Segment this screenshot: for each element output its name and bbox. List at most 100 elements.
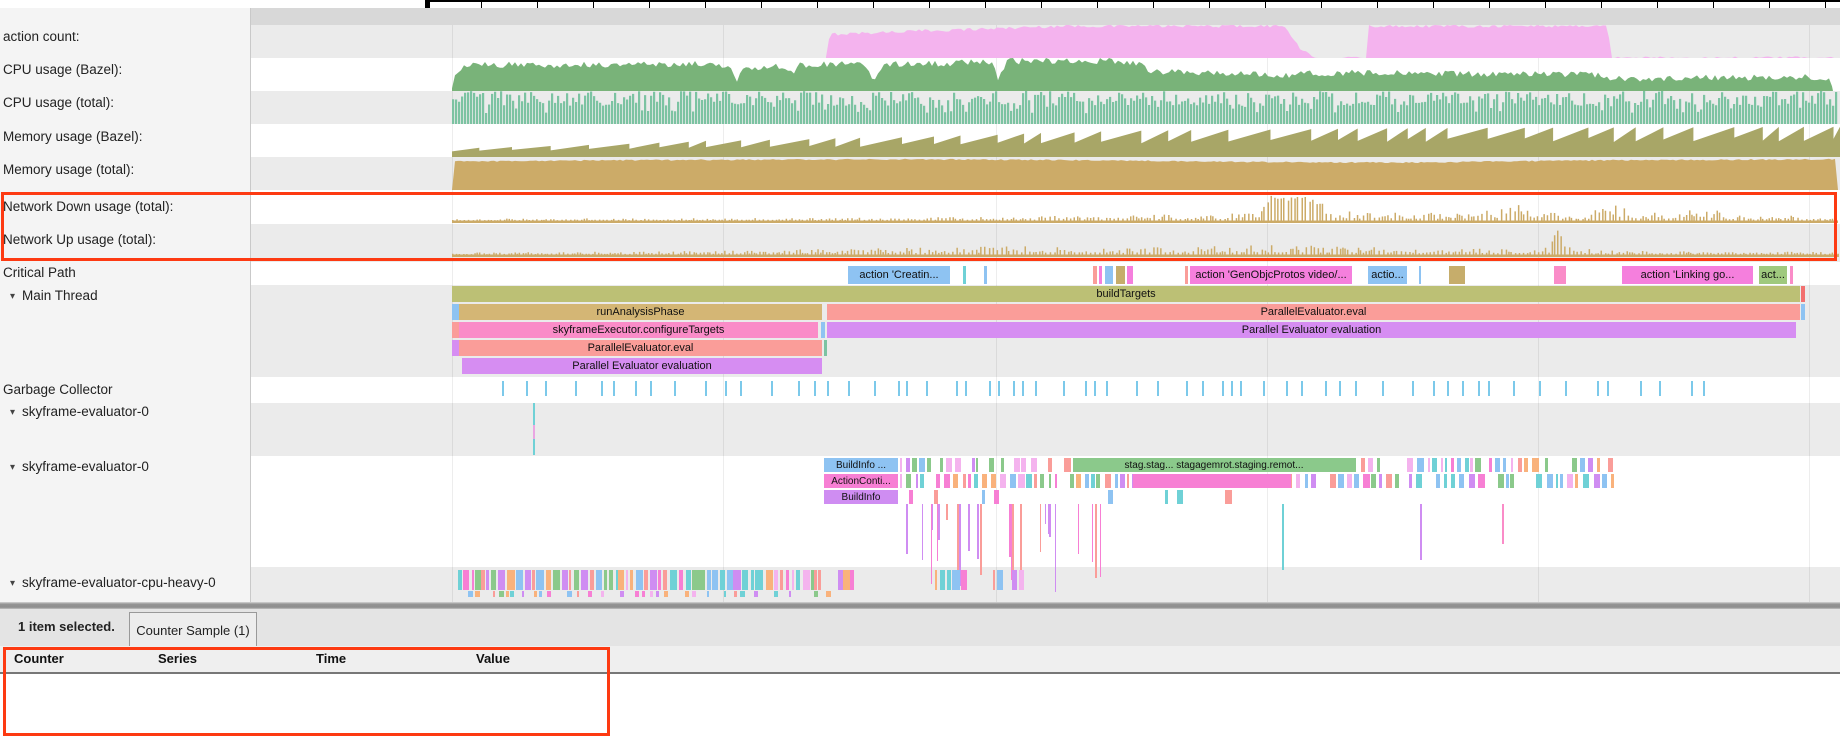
skyframe2-tick[interactable]	[1354, 474, 1359, 488]
skyframe2-tick[interactable]	[1489, 458, 1492, 472]
critical-path-slice[interactable]: action 'Creatin...	[848, 266, 950, 284]
gc-tick[interactable]	[1382, 381, 1384, 396]
cpu-heavy-tick[interactable]	[532, 570, 535, 590]
skyframe2-tick[interactable]	[1611, 474, 1614, 488]
gc-tick[interactable]	[898, 381, 900, 396]
cpu-heavy-tick[interactable]	[707, 570, 711, 590]
sidebar-item-critical-path[interactable]: Critical Path	[3, 265, 76, 281]
gc-tick[interactable]	[1263, 381, 1265, 396]
gc-tick[interactable]	[771, 381, 773, 396]
skyframe2-tick[interactable]	[919, 458, 925, 472]
skyframe2-tick[interactable]	[955, 458, 960, 472]
gc-tick[interactable]	[1301, 381, 1303, 396]
skyframe2-tick[interactable]	[1560, 474, 1563, 488]
skyframe2-tick[interactable]	[1305, 474, 1308, 488]
main-thread-slice[interactable]: buildTargets	[452, 286, 1800, 302]
skyframe2-tick[interactable]	[1021, 458, 1026, 472]
skyframe2-tick[interactable]	[906, 474, 911, 488]
skyframe2-tick[interactable]	[909, 490, 913, 504]
gc-tick[interactable]	[1691, 381, 1693, 396]
skyframe2-tick[interactable]	[916, 474, 918, 488]
skyframe2-tick[interactable]	[1441, 458, 1443, 472]
skyframe2-tick[interactable]	[1428, 458, 1431, 472]
main-thread-slice[interactable]	[452, 340, 459, 356]
skyframe2-tick[interactable]	[1115, 474, 1117, 488]
cpu-heavy-tick[interactable]	[935, 570, 937, 590]
skyframe2-tick[interactable]	[989, 458, 994, 472]
chart-memory-usage-total-[interactable]	[0, 157, 1840, 190]
cpu-heavy-tick[interactable]	[486, 570, 489, 590]
skyframe2-tick[interactable]	[1567, 474, 1573, 488]
skyframe2-tick[interactable]	[1177, 490, 1183, 504]
skyframe2-tick[interactable]	[1436, 474, 1440, 488]
critical-path-slice[interactable]	[1116, 266, 1125, 284]
skyframe2-tick[interactable]	[1602, 474, 1607, 488]
sidebar-item-memory-usage-total[interactable]: Memory usage (total):	[3, 162, 134, 178]
skyframe2-tick[interactable]	[1014, 458, 1020, 472]
gc-tick[interactable]	[1286, 381, 1288, 396]
skyframe2-tick[interactable]	[976, 458, 978, 472]
cpu-heavy-tick[interactable]	[546, 570, 551, 590]
gc-tick[interactable]	[1022, 381, 1024, 396]
skyframe2-tick[interactable]	[982, 490, 985, 504]
gc-tick[interactable]	[1094, 381, 1096, 396]
critical-path-slice[interactable]	[1449, 266, 1465, 284]
skyframe2-tick[interactable]	[1444, 474, 1447, 488]
cpu-heavy-tick[interactable]	[507, 570, 515, 590]
sidebar-item-action-count[interactable]: action count:	[3, 29, 80, 45]
gc-tick[interactable]	[725, 381, 727, 396]
skyframe2-tick[interactable]	[1409, 474, 1412, 488]
skyframe2-tick[interactable]	[1506, 474, 1508, 488]
gc-tick[interactable]	[1640, 381, 1642, 396]
gc-tick[interactable]	[965, 381, 967, 396]
gc-tick[interactable]	[1035, 381, 1037, 396]
skyframe2-tick[interactable]	[1386, 474, 1393, 488]
critical-path-slice[interactable]	[1093, 266, 1097, 284]
chart-memory-usage-bazel-[interactable]	[0, 124, 1840, 157]
skyframe2-tick[interactable]	[1379, 474, 1382, 488]
main-thread-slice[interactable]	[452, 304, 459, 320]
cpu-heavy-tick[interactable]	[733, 570, 741, 590]
skyframe2-tick[interactable]	[1105, 474, 1111, 488]
skyframe2-tick[interactable]	[1572, 458, 1578, 472]
skyframe2-tick[interactable]	[1064, 458, 1070, 472]
gc-tick[interactable]	[1013, 381, 1015, 396]
chart-network-up-usage-total-[interactable]	[0, 224, 1840, 257]
cpu-heavy-tick[interactable]	[574, 570, 579, 590]
skyframe2-tick[interactable]	[1010, 474, 1015, 488]
sidebar-item-skyframe-evaluator-0[interactable]: ▾skyframe-evaluator-0	[10, 404, 149, 420]
critical-path-slice[interactable]	[1554, 266, 1566, 284]
skyframe2-tick[interactable]	[1347, 474, 1352, 488]
skyframe2-tick[interactable]	[1055, 474, 1057, 488]
main-thread-slice[interactable]	[1801, 304, 1805, 320]
cpu-heavy-tick[interactable]	[626, 570, 628, 590]
skyframe2-tick[interactable]	[1469, 474, 1475, 488]
gc-tick[interactable]	[1462, 381, 1464, 396]
gc-tick[interactable]	[998, 381, 1000, 396]
skyframe2-tick[interactable]	[1296, 474, 1301, 488]
cpu-heavy-tick[interactable]	[630, 570, 633, 590]
gc-tick[interactable]	[1659, 381, 1661, 396]
gc-tick[interactable]	[1478, 381, 1480, 396]
cpu-heavy-tick[interactable]	[475, 570, 481, 590]
gc-tick[interactable]	[848, 381, 850, 396]
skyframe2-tick[interactable]	[1031, 458, 1037, 472]
cpu-heavy-tick[interactable]	[814, 570, 816, 590]
collapse-arrow-icon[interactable]: ▾	[10, 576, 15, 592]
skyframe2-tick[interactable]	[1363, 474, 1370, 488]
skyframe2-tick[interactable]	[927, 458, 930, 472]
main-thread-slice[interactable]: Parallel Evaluator evaluation	[827, 322, 1796, 338]
skyframe2-tick[interactable]	[1532, 458, 1538, 472]
skyframe2-tick[interactable]	[994, 490, 999, 504]
collapse-arrow-icon[interactable]: ▾	[10, 405, 15, 421]
gc-tick[interactable]	[1488, 381, 1490, 396]
gc-tick[interactable]	[1106, 381, 1108, 396]
skyframe2-tick[interactable]	[1395, 474, 1399, 488]
skyframe2-tick[interactable]	[1495, 458, 1499, 472]
gc-tick[interactable]	[1231, 381, 1233, 396]
skyframe2-tick[interactable]	[1478, 474, 1484, 488]
cpu-heavy-tick[interactable]	[755, 570, 763, 590]
cpu-heavy-tick[interactable]	[636, 570, 644, 590]
gc-tick[interactable]	[926, 381, 928, 396]
gc-tick[interactable]	[798, 381, 800, 396]
